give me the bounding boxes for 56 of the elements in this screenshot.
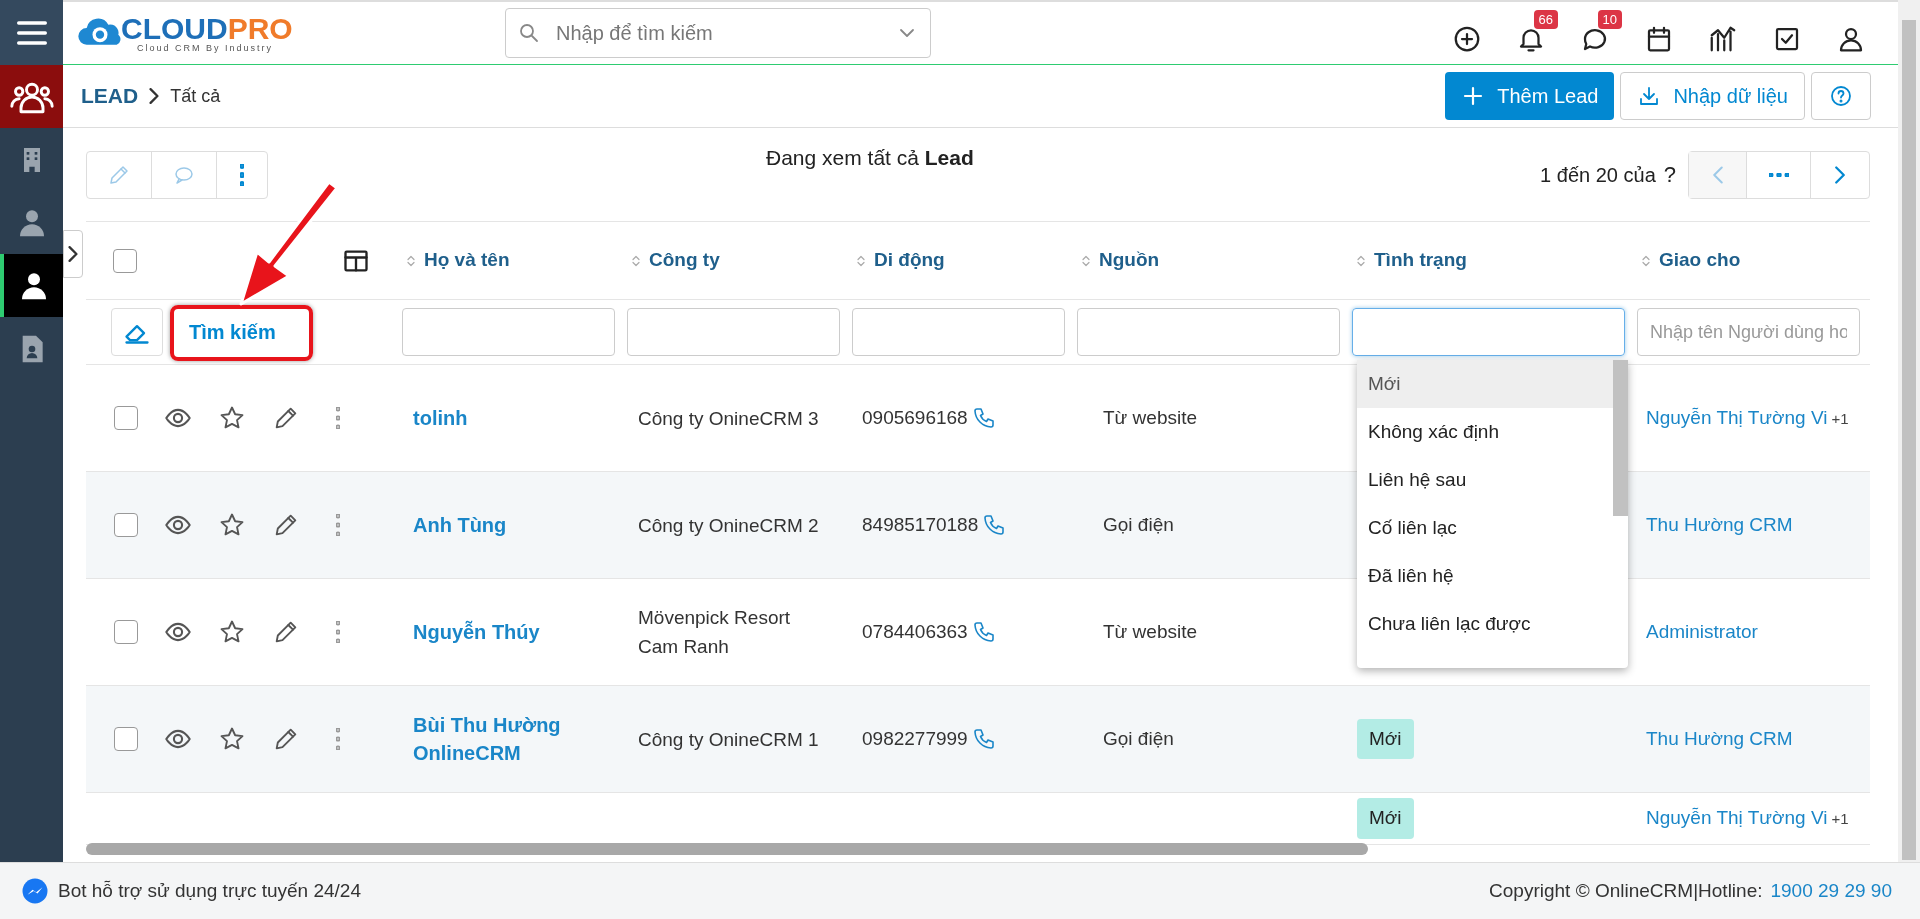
chat-button[interactable]: 10 bbox=[1580, 8, 1622, 58]
column-header[interactable]: Nguồn bbox=[1099, 246, 1160, 275]
lead-name-link[interactable]: Anh Tùng bbox=[413, 511, 609, 539]
table-cell-text: Công ty OnineCRM 2 bbox=[638, 513, 820, 538]
logo-tagline: Cloud CRM By Industry bbox=[136, 43, 275, 53]
dropdown-option[interactable]: Mới bbox=[1357, 360, 1613, 408]
column-header[interactable]: Di động bbox=[874, 246, 945, 275]
dropdown-option[interactable]: Đã liên hệ bbox=[1357, 552, 1613, 600]
lead-name-link[interactable]: Bùi Thu Hường OnlineCRM bbox=[413, 711, 609, 767]
assignee-link[interactable]: Thu Hường CRM bbox=[1646, 724, 1793, 754]
copyright-text: Copyright © OnlineCRM|Hotline: bbox=[1489, 878, 1763, 903]
table-cell: Từ website bbox=[1103, 620, 1198, 642]
table-cell-text: Công ty OnineCRM 1 bbox=[638, 727, 820, 752]
pagination-range: 1 đến 20 của bbox=[1540, 162, 1656, 188]
search-button[interactable]: Tìm kiếm bbox=[175, 308, 290, 356]
logo-text: CLOUD bbox=[121, 13, 228, 44]
table-cell: Gọi điện bbox=[1103, 727, 1174, 749]
assignee-extra-count: +1 bbox=[1831, 809, 1849, 830]
hotline-link[interactable]: 1900 29 29 90 bbox=[1770, 876, 1892, 906]
assignee-link[interactable]: Thu Hường CRM bbox=[1646, 510, 1793, 540]
table-cell: Gọi điện bbox=[1103, 513, 1174, 535]
bell-button[interactable]: 66 bbox=[1516, 8, 1558, 58]
list-title: Đang xem tất cả Lead bbox=[766, 145, 974, 171]
table-cell-text: Công ty OnineCRM 3 bbox=[638, 406, 820, 431]
table-cell: Từ website bbox=[1103, 406, 1198, 428]
breadcrumb-current: Tất cả bbox=[170, 84, 221, 108]
lead-name-link[interactable]: Nguyễn Thúy bbox=[413, 618, 609, 646]
column-header[interactable]: Tình trạng bbox=[1374, 246, 1467, 275]
table-cell-text: Mövenpick Resort Cam Ranh bbox=[638, 606, 792, 659]
add-lead-button[interactable]: Thêm Lead bbox=[1445, 72, 1615, 120]
dropdown-option[interactable]: Liên hệ sau bbox=[1357, 456, 1613, 504]
table-cell-text: 0982277999 bbox=[862, 726, 968, 751]
assignee-extra-count: +1 bbox=[1831, 408, 1849, 429]
import-button[interactable]: Nhập dữ liệu bbox=[1620, 72, 1805, 120]
pagination-total[interactable]: ? bbox=[1663, 158, 1676, 191]
table-cell-text: 84985170188 bbox=[862, 512, 979, 537]
status-tag: Mới bbox=[1357, 718, 1414, 760]
assignee-link[interactable]: Nguyễn Thị Tường Vi bbox=[1646, 804, 1828, 833]
dropdown-option[interactable]: Chưa liên lạc được bbox=[1357, 600, 1613, 648]
dropdown-option[interactable]: Không xác định bbox=[1357, 408, 1613, 456]
logo-text: PRO bbox=[227, 13, 293, 44]
assignee-link[interactable]: Administrator bbox=[1646, 617, 1758, 647]
lead-name-link[interactable]: tolinh bbox=[413, 404, 609, 432]
table-cell-text: 0784406363 bbox=[862, 619, 968, 644]
notification-badge: 10 bbox=[1597, 10, 1622, 29]
assignee-link[interactable]: Nguyễn Thị Tường Vi bbox=[1646, 403, 1828, 433]
column-header[interactable]: Giao cho bbox=[1659, 246, 1741, 275]
search-field[interactable]: Nhập để tìm kiếm bbox=[505, 8, 931, 58]
support-bot-link[interactable]: Bot hỗ trợ sử dụng trực tuyến 24/24 bbox=[58, 876, 361, 906]
dropdown-option[interactable]: Cố liên lạc bbox=[1357, 504, 1613, 552]
column-header[interactable]: Họ và tên bbox=[424, 246, 510, 275]
status-tag: Mới bbox=[1357, 798, 1414, 839]
breadcrumb-module[interactable]: LEAD bbox=[81, 80, 139, 112]
column-header[interactable]: Công ty bbox=[649, 246, 720, 275]
notification-badge: 66 bbox=[1533, 10, 1558, 29]
table-cell-text: 0905696168 bbox=[862, 405, 968, 430]
